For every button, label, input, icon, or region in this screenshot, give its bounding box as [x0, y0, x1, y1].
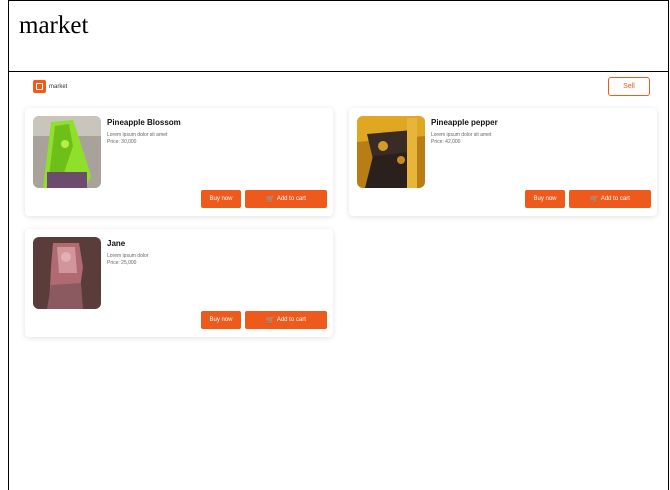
cart-icon: 🛒 [266, 317, 275, 324]
add-to-cart-label: Add to cart [600, 196, 630, 202]
product-card: Pineapple Blossom Lorem ipsum dolor sit … [25, 108, 333, 216]
cart-icon: 🛒 [590, 196, 599, 203]
product-description: Lorem ipsum dolor sit amet [431, 132, 492, 138]
add-to-cart-label: Add to cart [276, 196, 306, 202]
cart-icon: 🛒 [266, 196, 275, 203]
page-title: market [19, 12, 89, 39]
product-image [357, 116, 425, 188]
product-price: Price: 25,000 [107, 260, 137, 266]
buy-now-button[interactable]: Buy now [201, 311, 241, 329]
buy-now-button[interactable]: Buy now [201, 190, 241, 208]
header-cell: market [9, 0, 668, 72]
product-image [33, 116, 101, 188]
product-image [33, 237, 101, 309]
market-logo-icon [33, 80, 46, 93]
product-card: Jane Lorem ipsum dolor Price: 25,000 Buy… [25, 229, 333, 337]
app-topbar: market Sell [23, 77, 654, 99]
product-card: Pineapple pepper Lorem ipsum dolor sit a… [349, 108, 657, 216]
product-name: Pineapple pepper [431, 118, 498, 127]
market-app: market Sell Pineapple Blossom Lorem ipsu… [9, 71, 668, 490]
product-name: Jane [107, 239, 126, 248]
buy-now-button[interactable]: Buy now [525, 190, 565, 208]
product-price: Price: 30,000 [107, 139, 137, 145]
add-to-cart-button[interactable]: 🛒 Add to cart [569, 190, 651, 208]
logo-text: market [49, 83, 68, 90]
product-price: Price: 42,000 [431, 139, 461, 145]
product-description: Lorem ipsum dolor [107, 253, 149, 259]
sell-button[interactable]: Sell [608, 77, 650, 96]
add-to-cart-label: Add to cart [276, 317, 306, 323]
app-logo[interactable]: market [33, 80, 67, 93]
page-frame: market market Sell Pineapple Blossom Lor… [8, 0, 669, 490]
product-name: Pineapple Blossom [107, 118, 181, 127]
add-to-cart-button[interactable]: 🛒 Add to cart [245, 190, 327, 208]
add-to-cart-button[interactable]: 🛒 Add to cart [245, 311, 327, 329]
product-description: Lorem ipsum dolor sit amet [107, 132, 168, 138]
